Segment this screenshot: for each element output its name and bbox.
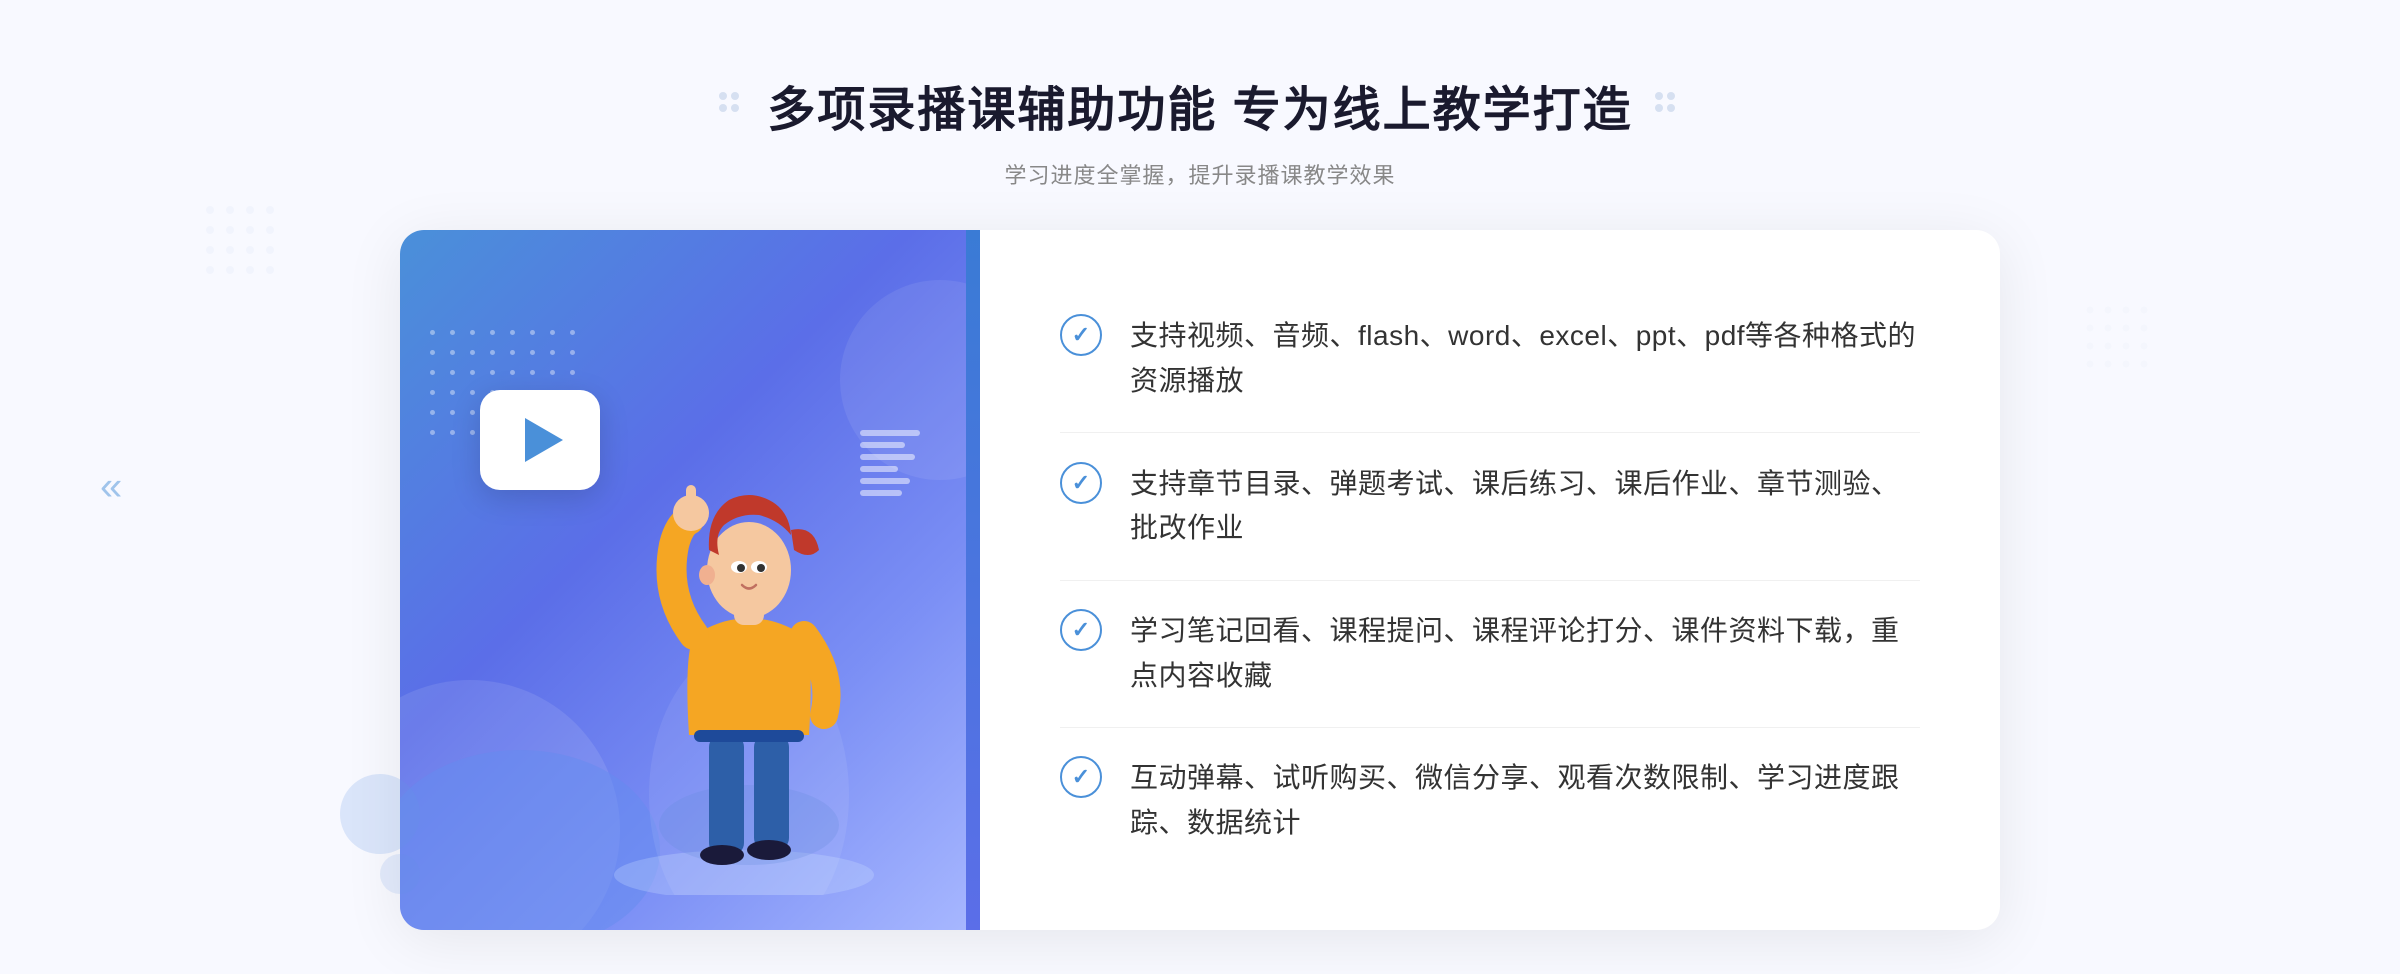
feature-item-2: ✓ 支持章节目录、弹题考试、课后练习、课后作业、章节测验、批改作业: [1060, 442, 1920, 572]
feature-item-1: ✓ 支持视频、音频、flash、word、excel、ppt、pdf等各种格式的…: [1060, 294, 1920, 424]
subtitle: 学习进度全掌握，提升录播课教学效果: [717, 158, 1682, 190]
check-icon-2: ✓: [1072, 472, 1090, 494]
content-card: ✓ 支持视频、音频、flash、word、excel、ppt、pdf等各种格式的…: [400, 230, 2000, 930]
check-icon-3: ✓: [1072, 619, 1090, 641]
title-decoration-right: [1653, 90, 1683, 120]
check-icon-1: ✓: [1072, 324, 1090, 346]
feature-text-2: 支持章节目录、弹题考试、课后练习、课后作业、章节测验、批改作业: [1130, 462, 1920, 552]
check-circle-4: ✓: [1060, 756, 1102, 798]
header-section: 多项录播课辅助功能 专为线上教学打造 学习进度全掌握，提升录播课教学效果: [717, 0, 1682, 230]
check-icon-4: ✓: [1072, 766, 1090, 788]
features-panel: ✓ 支持视频、音频、flash、word、excel、ppt、pdf等各种格式的…: [980, 230, 2000, 930]
divider-1: [1060, 432, 1920, 433]
title-decoration-left: [717, 90, 747, 120]
divider-3: [1060, 727, 1920, 728]
play-icon: [525, 418, 563, 462]
feature-item-4: ✓ 互动弹幕、试听购买、微信分享、观看次数限制、学习进度跟踪、数据统计: [1060, 736, 1920, 866]
illustration-panel: [400, 230, 980, 930]
outer-circle-left: [340, 774, 420, 854]
bg-decoration-left: [200, 200, 320, 320]
feature-text-4: 互动弹幕、试听购买、微信分享、观看次数限制、学习进度跟踪、数据统计: [1130, 756, 1920, 846]
accent-bar: [966, 230, 980, 930]
bg-decoration-right: [2080, 300, 2160, 380]
check-circle-3: ✓: [1060, 609, 1102, 651]
play-bubble: [480, 390, 600, 490]
feature-item-3: ✓ 学习笔记回看、课程提问、课程评论打分、课件资料下载，重点内容收藏: [1060, 589, 1920, 719]
person-figure: [594, 395, 914, 900]
left-arrow-decoration: «: [100, 465, 122, 510]
title-row: 多项录播课辅助功能 专为线上教学打造: [717, 70, 1682, 140]
main-title: 多项录播课辅助功能 专为线上教学打造: [767, 70, 1632, 140]
outer-circle-small: [380, 854, 420, 894]
feature-text-3: 学习笔记回看、课程提问、课程评论打分、课件资料下载，重点内容收藏: [1130, 609, 1920, 699]
divider-2: [1060, 580, 1920, 581]
check-circle-1: ✓: [1060, 314, 1102, 356]
check-circle-2: ✓: [1060, 462, 1102, 504]
page-container: « 多项录播课辅助功能 专为线上教学打造: [0, 0, 2400, 974]
feature-text-1: 支持视频、音频、flash、word、excel、ppt、pdf等各种格式的资源…: [1130, 314, 1920, 404]
